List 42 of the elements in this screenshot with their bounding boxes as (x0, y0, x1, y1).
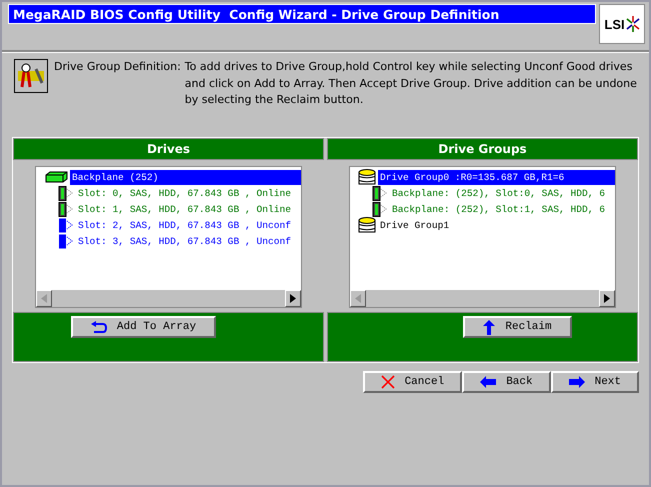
right-arrow-icon (568, 376, 585, 388)
next-button[interactable]: Next (550, 371, 639, 393)
left-arrow-icon (480, 376, 496, 388)
tree-item[interactable]: Backplane: (252), Slot:1, SAS, HDD, 6 (390, 202, 608, 216)
window-title: MegaRAID BIOS Config Utility Config Wizard - Drive Group Definition (8, 4, 596, 24)
undo-arrow-icon (90, 320, 107, 334)
back-button[interactable]: Back (462, 371, 551, 393)
tree-item[interactable]: Backplane: (252), Slot:0, SAS, HDD, 6 (390, 186, 608, 200)
arrows-icon (626, 16, 640, 32)
panel-header: Drives (13, 138, 324, 160)
scroll-right-icon[interactable] (604, 294, 610, 303)
cancel-button[interactable]: Cancel (362, 371, 462, 393)
horizontal-scrollbar[interactable] (350, 290, 615, 307)
tree-item[interactable]: Slot: 2, SAS, HDD, 67.843 GB , Unconf (76, 218, 294, 232)
instructions-text: To add drives to Drive Group,hold Control key while selecting Unconf Good drives and click on Add to Array. Then Accept Drive Group. Drive addition can be undone by selecting the Reclaim button. (184, 59, 638, 108)
drive-icon (58, 218, 74, 232)
disk-stack-icon (358, 217, 376, 233)
panel-header: Drive Groups (327, 138, 638, 160)
backplane-icon (44, 171, 68, 183)
tree-item[interactable]: Slot: 1, SAS, HDD, 67.843 GB , Online (76, 202, 294, 216)
scroll-left-icon[interactable] (355, 294, 361, 303)
tools-icon (14, 59, 48, 93)
close-icon (380, 375, 395, 389)
tree-item[interactable]: Slot: 3, SAS, HDD, 67.843 GB , Unconf (76, 234, 294, 248)
section-label: Drive Group Definition: (54, 59, 181, 75)
logo: LSI (599, 4, 645, 44)
tree-item[interactable]: Drive Group1 (378, 218, 452, 232)
scroll-right-icon[interactable] (290, 294, 296, 303)
tree-item[interactable]: Drive Group0 :R0=135.687 GB,R1=6 (378, 170, 615, 184)
drive-icon (372, 202, 388, 216)
drive-icon (58, 186, 74, 200)
add-to-array-button[interactable]: Add To Array (70, 316, 216, 338)
drive-icon (372, 186, 388, 200)
disk-stack-icon (358, 169, 376, 185)
drive-icon (58, 234, 74, 248)
up-arrow-icon (483, 320, 496, 334)
tree-item[interactable]: Slot: 0, SAS, HDD, 67.843 GB , Online (76, 186, 294, 200)
tree-item[interactable]: Backplane (252) (70, 170, 301, 184)
scroll-left-icon[interactable] (41, 294, 47, 303)
horizontal-scrollbar[interactable] (36, 290, 301, 307)
drive-icon (58, 202, 74, 216)
reclaim-button[interactable]: Reclaim (463, 316, 572, 338)
